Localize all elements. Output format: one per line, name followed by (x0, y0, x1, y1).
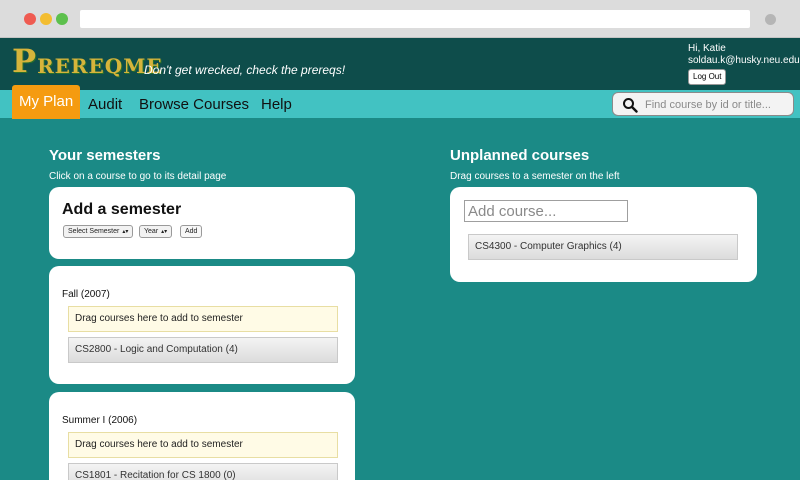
semester-card: Summer I (2006) Drag courses here to add… (49, 392, 355, 480)
semesters-heading: Your semesters (49, 147, 161, 164)
nav-audit[interactable]: Audit (88, 96, 122, 113)
select-arrows-icon: ▴▾ (161, 229, 168, 235)
course-item[interactable]: CS2800 - Logic and Computation (4) (68, 337, 338, 363)
app-header: PREREQME Don't get wrecked, check the pr… (0, 38, 800, 90)
semester-title: Fall (2007) (62, 289, 110, 300)
unplanned-heading: Unplanned courses (450, 147, 590, 164)
user-greeting: Hi, Katie (688, 43, 726, 54)
logo-initial: P (12, 42, 38, 80)
semester-dropzone[interactable]: Drag courses here to add to semester (68, 306, 338, 332)
user-box: Hi, Katie soldau.k@husky.neu.edu Log Out (688, 43, 800, 85)
semesters-subtitle: Click on a course to go to its detail pa… (49, 171, 227, 182)
add-semester-button[interactable]: Add (180, 225, 203, 238)
main-nav: My Plan Audit Browse Courses Help (0, 85, 800, 119)
logo-word: REREQ (37, 54, 124, 78)
semester-card: Fall (2007) Drag courses here to add to … (49, 266, 355, 384)
address-bar[interactable] (80, 10, 750, 28)
add-semester-title: Add a semester (62, 201, 182, 218)
browser-menu-icon[interactable] (765, 14, 776, 25)
course-item[interactable]: CS4300 - Computer Graphics (4) (468, 234, 738, 260)
user-email: soldau.k@husky.neu.edu (688, 55, 800, 66)
search-icon (623, 98, 638, 113)
logout-button[interactable]: Log Out (688, 69, 727, 85)
browser-chrome (0, 0, 800, 38)
add-semester-card: Add a semester Select Semester ▴▾ Year ▴▾ … (49, 187, 355, 259)
course-search[interactable] (612, 92, 794, 116)
minimize-window-icon[interactable] (40, 13, 52, 25)
semester-dropzone[interactable]: Drag courses here to add to semester (68, 432, 338, 458)
unplanned-card: CS4300 - Computer Graphics (4) (450, 187, 757, 282)
maximize-window-icon[interactable] (56, 13, 68, 25)
select-arrows-icon: ▴▾ (122, 229, 129, 235)
semester-title: Summer I (2006) (62, 415, 138, 426)
nav-my-plan[interactable]: My Plan (12, 85, 81, 119)
nav-help[interactable]: Help (261, 96, 292, 113)
course-item[interactable]: CS1801 - Recitation for CS 1800 (0) (68, 463, 338, 480)
tagline: Don't get wrecked, check the prereqs! (144, 63, 346, 77)
nav-browse-courses[interactable]: Browse Courses (139, 96, 249, 113)
add-course-input[interactable] (464, 200, 628, 222)
year-select[interactable]: Year ▴▾ (139, 225, 173, 238)
prereqme-logo[interactable]: PREREQME (12, 42, 163, 80)
semester-select[interactable]: Select Semester ▴▾ (63, 225, 134, 238)
close-window-icon[interactable] (24, 13, 36, 25)
year-select-value: Year (144, 228, 159, 235)
search-input[interactable] (645, 97, 790, 112)
semester-select-value: Select Semester (68, 228, 120, 235)
unplanned-subtitle: Drag courses to a semester on the left (450, 171, 620, 182)
